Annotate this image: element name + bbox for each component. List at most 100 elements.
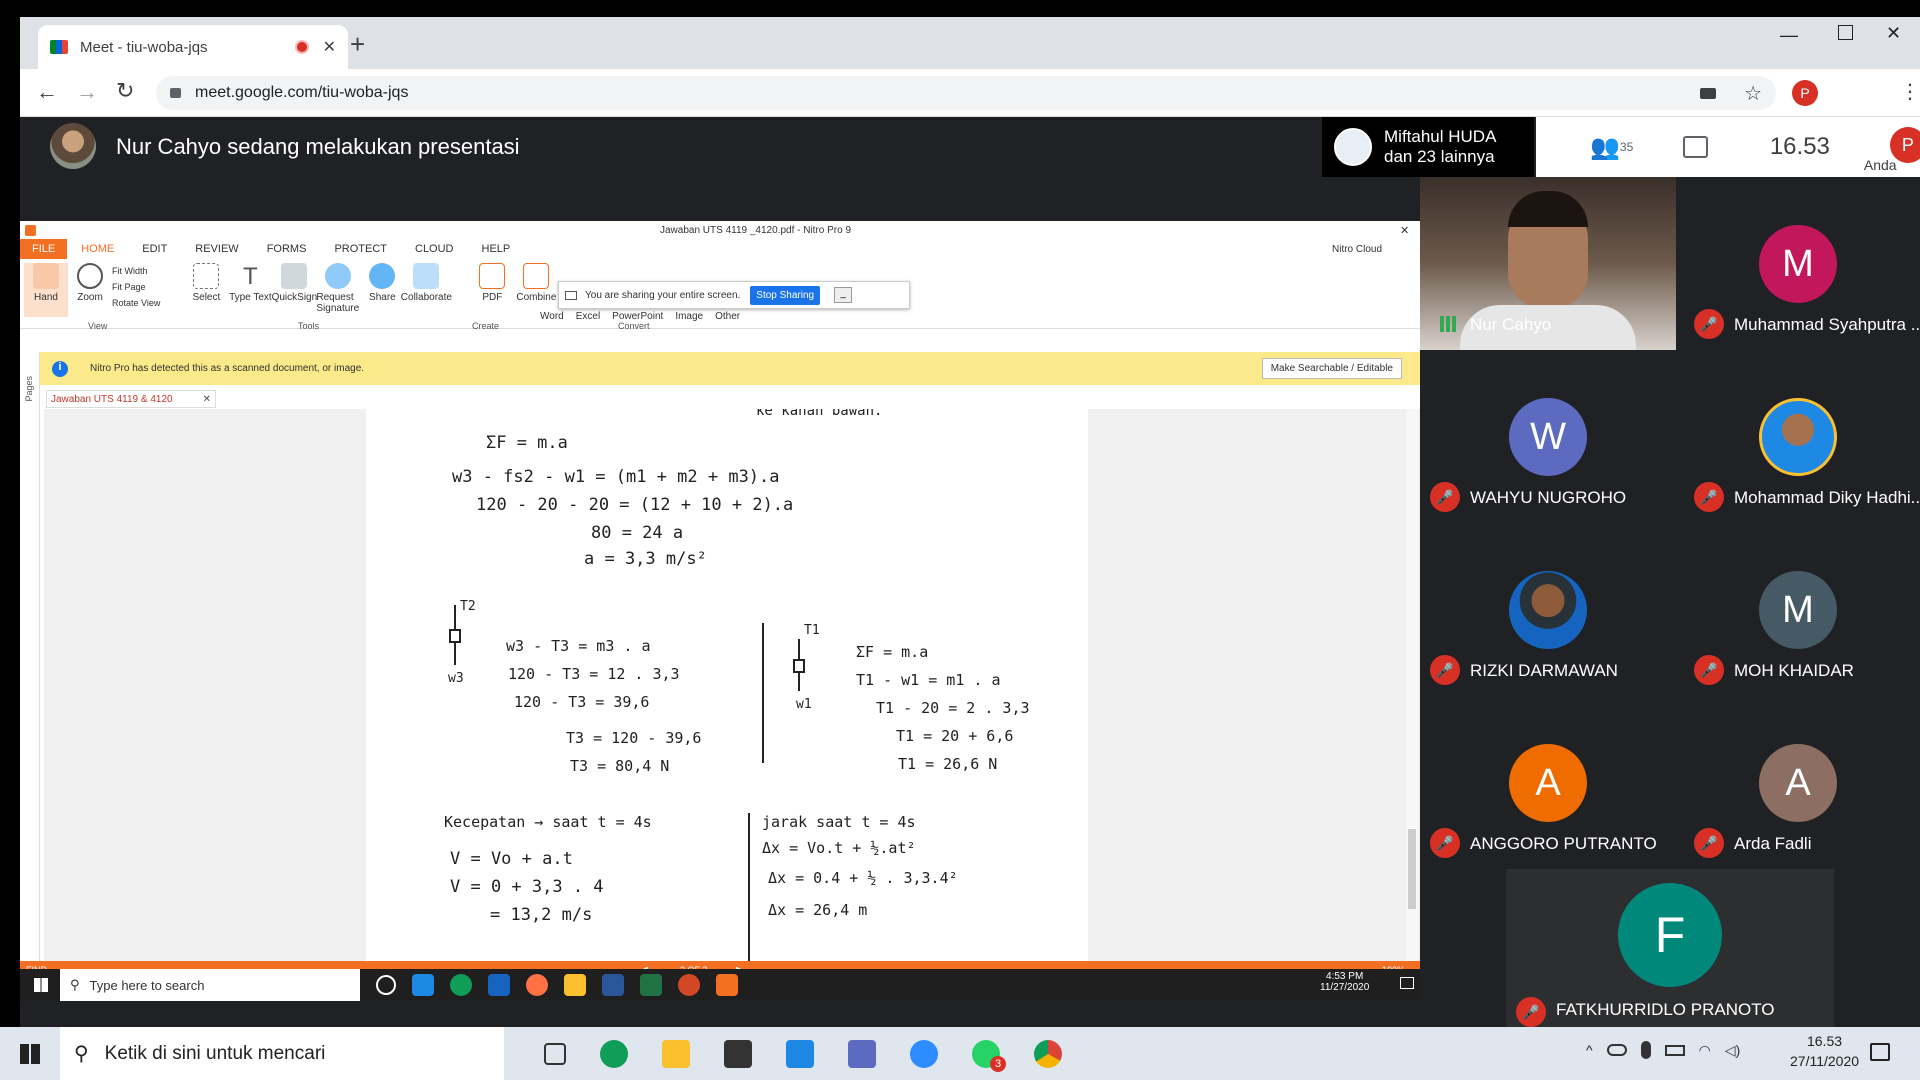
vertical-scrollbar[interactable]: [1406, 409, 1418, 961]
menu-review[interactable]: REVIEW: [195, 243, 238, 255]
convert-word[interactable]: Word: [540, 311, 564, 322]
forward-icon[interactable]: →: [76, 79, 98, 105]
participant-tile-2[interactable]: W 🎤 WAHYU NUGROHO: [1420, 350, 1676, 523]
nitro-account[interactable]: Nitro Cloud: [1332, 244, 1382, 255]
document-viewport[interactable]: ke kanan bawah. ΣF = m.a w3 - fs2 - w1 =…: [44, 409, 1420, 961]
taskbar-search-box[interactable]: ⚲ Ketik di sini untuk mencari: [60, 1027, 504, 1080]
menu-forms[interactable]: FORMS: [267, 243, 307, 255]
close-tab-icon[interactable]: ✕: [323, 37, 336, 57]
wifi-icon[interactable]: ◠: [1699, 1042, 1711, 1059]
create-pdf-button[interactable]: PDF: [470, 263, 514, 303]
tray-chevron-icon[interactable]: ^: [1586, 1042, 1593, 1058]
menu-home[interactable]: HOME: [81, 243, 114, 255]
microphone-icon[interactable]: [1640, 1041, 1651, 1059]
fit-width-button[interactable]: Fit Width: [112, 263, 160, 279]
task-view-icon[interactable]: [544, 1042, 566, 1065]
file-explorer-icon[interactable]: [662, 1039, 690, 1068]
shared-search-box[interactable]: ⚲ Type here to search: [60, 969, 360, 1001]
scrollbar-thumb[interactable]: [1408, 829, 1416, 909]
shared-taskview-icon[interactable]: [376, 975, 396, 995]
onedrive-icon[interactable]: [1606, 1044, 1627, 1056]
request-signature-button[interactable]: Request Signature: [316, 263, 360, 314]
participant-tile-6[interactable]: A 🎤 ANGGORO PUTRANTO: [1420, 696, 1676, 869]
chat-icon[interactable]: [1683, 136, 1708, 158]
hw-line-6: T2: [460, 599, 476, 614]
mail-icon[interactable]: [786, 1039, 814, 1068]
convert-excel[interactable]: Excel: [576, 311, 600, 322]
whatsapp-icon[interactable]: 3: [972, 1039, 1006, 1072]
shared-nitro-icon[interactable]: [716, 974, 738, 996]
hw-line-13: T1: [804, 623, 820, 638]
menu-cloud[interactable]: CLOUD: [415, 243, 454, 255]
participant-tile-3[interactable]: 🎤 Mohammad Diky Hadhi...: [1676, 350, 1920, 523]
address-bar[interactable]: meet.google.com/tiu-woba-jqs ☆: [156, 76, 1776, 110]
nitro-close-icon[interactable]: ✕: [1400, 224, 1409, 237]
convert-image[interactable]: Image: [675, 311, 703, 322]
zoom-button[interactable]: Zoom: [68, 263, 112, 303]
participant-tile-1[interactable]: M 🎤 Muhammad Syahputra ...: [1676, 177, 1920, 350]
pages-sidebar[interactable]: Pages: [20, 352, 40, 992]
reload-icon[interactable]: ↻: [116, 78, 134, 104]
start-icon[interactable]: [20, 1043, 40, 1064]
participant-tile-4[interactable]: 🎤 RIZKI DARMAWAN: [1420, 523, 1676, 696]
menu-help[interactable]: HELP: [482, 243, 511, 255]
store-icon[interactable]: [724, 1039, 752, 1068]
participant-tile-5[interactable]: M 🎤 MOH KHAIDAR: [1676, 523, 1920, 696]
participant-summary[interactable]: Miftahul HUDA dan 23 lainnya: [1322, 117, 1534, 177]
maximize-window-icon[interactable]: [1838, 25, 1853, 40]
type-text-button[interactable]: T Type Text: [228, 263, 272, 303]
fit-page-button[interactable]: Fit Page: [112, 279, 160, 295]
make-searchable-button[interactable]: Make Searchable / Editable: [1261, 358, 1402, 379]
shared-folder-icon[interactable]: [564, 974, 586, 996]
menu-edit[interactable]: EDIT: [142, 243, 167, 255]
zoom-app-icon[interactable]: [910, 1039, 938, 1068]
select-button[interactable]: Select: [184, 263, 228, 303]
close-window-icon[interactable]: ✕: [1886, 23, 1901, 44]
profile-avatar[interactable]: P: [1792, 80, 1818, 106]
shared-edge-icon[interactable]: [450, 974, 472, 996]
back-icon[interactable]: ←: [36, 79, 58, 105]
shared-search-icon: ⚲: [70, 977, 80, 992]
participants-icon[interactable]: 👥: [1590, 133, 1620, 162]
combine-icon: [523, 263, 550, 289]
share-button[interactable]: Share: [360, 263, 404, 303]
browser-menu-icon[interactable]: ⋮: [1900, 79, 1920, 104]
pages-sidebar-label: Pages: [24, 376, 34, 402]
hide-notice-button[interactable]: _: [834, 287, 853, 303]
document-tab[interactable]: Jawaban UTS 4119 & 4120 ✕: [46, 390, 216, 408]
shared-excel-icon[interactable]: [640, 974, 662, 996]
hand-tool-button[interactable]: Hand: [24, 263, 68, 317]
battery-icon[interactable]: [1664, 1044, 1685, 1056]
shared-word-icon[interactable]: [602, 974, 624, 996]
shared-mail-icon[interactable]: [412, 974, 434, 996]
doc-tab-close-icon[interactable]: ✕: [203, 394, 211, 405]
action-center-icon[interactable]: [1870, 1043, 1890, 1061]
edge-icon[interactable]: [600, 1039, 628, 1068]
shared-store-icon[interactable]: [488, 974, 510, 996]
camera-icon[interactable]: [1700, 87, 1717, 99]
minimize-window-icon[interactable]: —: [1780, 25, 1798, 46]
shared-start-icon[interactable]: [34, 978, 48, 992]
combine-button[interactable]: Combine: [514, 263, 558, 303]
collaborate-button[interactable]: Collaborate: [401, 263, 452, 303]
participant-tile-8[interactable]: F 🎤 FATKHURRIDLO PRANOTO: [1506, 869, 1834, 1027]
volume-icon[interactable]: ◁): [1725, 1042, 1740, 1059]
powerapps-icon[interactable]: [848, 1039, 876, 1068]
shared-notification-icon[interactable]: [1400, 977, 1414, 989]
shared-powerpoint-icon[interactable]: [678, 974, 700, 996]
participant-tile-0[interactable]: Nur Cahyo: [1420, 177, 1676, 350]
participant-name-3: Mohammad Diky Hadhi...: [1734, 488, 1920, 507]
browser-tab[interactable]: Meet - tiu-woba-jqs ✕: [38, 25, 348, 69]
quicksign-button[interactable]: QuickSign: [272, 263, 317, 303]
shared-firefox-icon[interactable]: [526, 974, 548, 996]
bookmark-star-icon[interactable]: ☆: [1744, 81, 1762, 106]
menu-file[interactable]: FILE: [20, 239, 68, 259]
new-tab-icon[interactable]: +: [350, 29, 365, 60]
participant-tile-7[interactable]: A 🎤 Arda Fadli: [1676, 696, 1920, 869]
menu-protect[interactable]: PROTECT: [334, 243, 387, 255]
mic-off-icon: 🎤: [1430, 655, 1460, 685]
stop-sharing-button[interactable]: Stop Sharing: [750, 285, 821, 305]
rotate-view-button[interactable]: Rotate View: [112, 295, 160, 311]
convert-other[interactable]: Other: [715, 311, 740, 322]
chrome-icon[interactable]: [1034, 1039, 1062, 1068]
